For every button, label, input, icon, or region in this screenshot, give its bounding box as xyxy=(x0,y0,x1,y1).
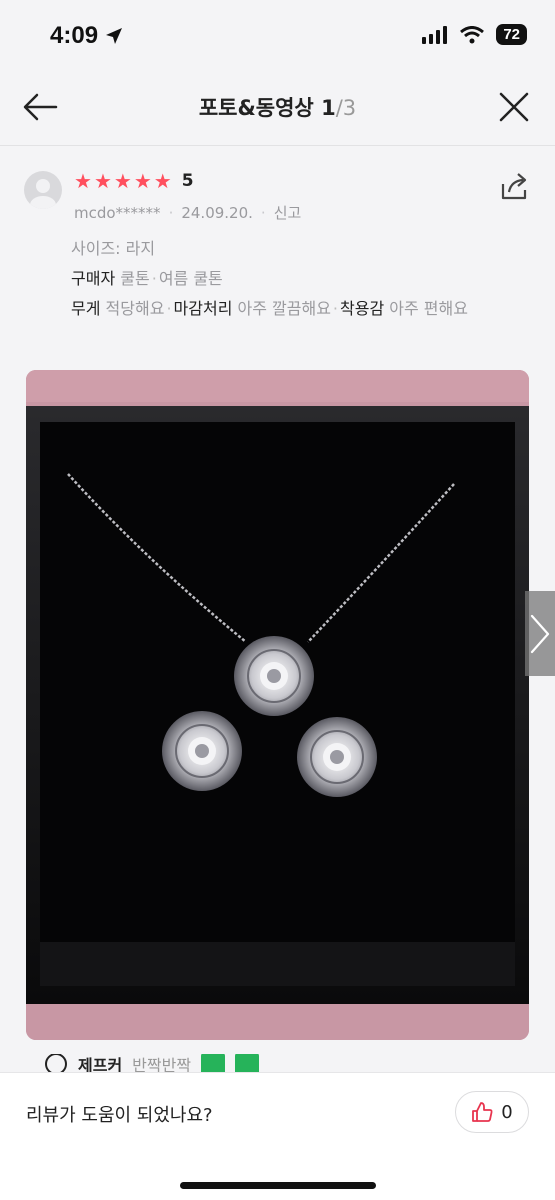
default-avatar-icon xyxy=(30,179,56,209)
attr-label: 무게 xyxy=(71,299,101,318)
helpful-question: 리뷰가 도움이 되었나요? xyxy=(26,1105,213,1126)
rating-stars: ★ ★ ★ ★ ★ 5 xyxy=(74,170,194,192)
battery-icon: 72 xyxy=(496,24,527,45)
status-time: 4:09 xyxy=(50,22,124,50)
review-options: 사이즈: 라지 구매자 쿨톤 · 여름 쿨톤 무게 적당해요 · 마감처리 아주 깔끔해… xyxy=(71,234,511,324)
page-total: /3 xyxy=(335,96,357,120)
attr-label: 착용감 xyxy=(340,299,385,318)
status-bar: 4:09 72 xyxy=(0,0,555,70)
next-review-preview: 제프커 반짝반짝 xyxy=(44,1054,260,1074)
page-title: 포토&동영상 1/3 xyxy=(0,92,555,122)
avatar xyxy=(24,171,62,209)
home-indicator xyxy=(180,1182,376,1189)
title-text: 포토&동영상 xyxy=(198,96,314,120)
star-icon: ★ xyxy=(153,169,172,193)
thumbs-up-icon xyxy=(472,1102,493,1122)
attr-value: 적당해요 xyxy=(105,299,165,318)
star-icon: ★ xyxy=(133,169,152,193)
like-button[interactable]: 0 xyxy=(455,1091,529,1133)
preview-nickname: 반짝반짝 xyxy=(132,1056,192,1074)
size-option: 사이즈: 라지 xyxy=(71,239,156,258)
review-photo[interactable] xyxy=(26,370,529,1040)
status-icons: 72 xyxy=(422,24,527,45)
review-meta: mcdo****** · 24.09.20. · 신고 xyxy=(74,202,301,223)
attr-value: 아주 깔끔해요 xyxy=(237,299,331,318)
star-icon: ★ xyxy=(74,169,92,193)
helpful-bar: 리뷰가 도움이 되었나요? 0 xyxy=(0,1072,555,1200)
separator-dot: · xyxy=(260,203,266,222)
separator-dot: · xyxy=(166,299,172,318)
like-count: 0 xyxy=(501,1101,513,1123)
separator-dot: · xyxy=(332,299,339,318)
buyer-value: 여름 쿨톤 xyxy=(158,269,223,288)
separator-dot: · xyxy=(151,269,157,288)
page-current: 1 xyxy=(321,96,336,120)
separator-dot: · xyxy=(168,203,174,222)
preview-name: 제프커 xyxy=(78,1056,123,1074)
attr-label: 마감처리 xyxy=(173,299,233,318)
buyer-value: 쿨톤 xyxy=(120,269,150,288)
attr-value: 아주 편해요 xyxy=(389,299,468,318)
clock-text: 4:09 xyxy=(50,22,99,49)
signal-icon xyxy=(422,25,448,44)
wifi-icon xyxy=(460,25,485,43)
close-icon[interactable] xyxy=(497,90,531,124)
report-link[interactable]: 신고 xyxy=(274,202,302,223)
star-icon: ★ xyxy=(93,169,112,193)
viewer-header: 포토&동영상 1/3 xyxy=(0,70,555,146)
review-date: 24.09.20. xyxy=(181,203,253,222)
star-icon: ★ xyxy=(113,169,132,193)
chevron-right-icon xyxy=(530,614,550,653)
buyer-label: 구매자 xyxy=(71,269,116,288)
badge-icon xyxy=(235,1054,260,1074)
buyer-info: 구매자 쿨톤 · 여름 쿨톤 xyxy=(71,264,511,294)
reviewer-nickname: mcdo****** xyxy=(74,203,161,222)
attribute-list: 무게 적당해요 · 마감처리 아주 깔끔해요 · 착용감 아주 편해요 xyxy=(71,294,511,324)
rating-value: 5 xyxy=(181,171,194,191)
share-icon[interactable] xyxy=(497,170,531,204)
chat-bubble-icon xyxy=(45,1054,67,1074)
location-arrow-icon xyxy=(106,28,123,44)
jewelry-photo-image xyxy=(26,370,529,1040)
badge-icon xyxy=(201,1054,226,1074)
next-photo-button[interactable] xyxy=(525,591,555,676)
